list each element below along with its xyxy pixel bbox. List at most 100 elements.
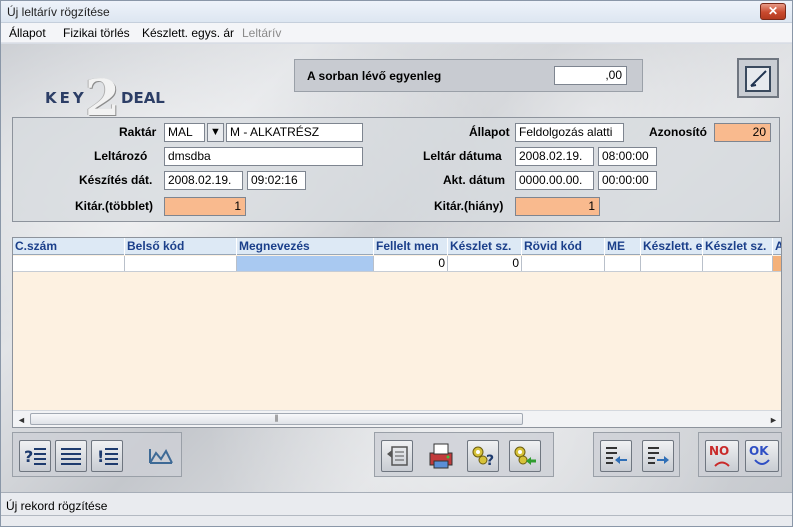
column-header-me[interactable]: ME — [605, 238, 641, 255]
cell-keszlett-e[interactable] — [641, 256, 703, 271]
cell-rovid-kod[interactable] — [522, 256, 605, 271]
leltar-datuma-label: Leltár dátuma — [423, 149, 502, 163]
allapot-label: Állapot — [469, 125, 510, 139]
gear-arrow-icon — [514, 446, 536, 465]
scrollbar-thumb[interactable]: ⫼ — [30, 413, 523, 425]
allapot-field[interactable]: Feldolgozás alatti — [515, 123, 624, 142]
column-header-keszlet-sz-2[interactable]: Készlet sz. — [703, 238, 773, 255]
gear-question-icon: ? — [472, 446, 494, 469]
cell-fellelt-men[interactable]: 0 — [374, 256, 448, 271]
column-header-megnevezes[interactable]: Megnevezés — [237, 238, 374, 255]
column-header-a[interactable]: A — [773, 238, 781, 255]
scroll-left-icon[interactable]: ◄ — [17, 415, 26, 425]
record-arrows-icon — [387, 446, 408, 466]
toolbar-group-navigation — [593, 432, 680, 477]
no-button[interactable]: NO — [705, 440, 739, 472]
cell-keszlet-sz-2[interactable] — [703, 256, 773, 271]
kitar-hiany-label: Kitár.(hiány) — [434, 199, 504, 213]
balance-value: ,00 — [554, 66, 627, 85]
column-header-fellelt-men[interactable]: Fellelt men — [374, 238, 448, 255]
raktar-dropdown-button[interactable]: ▼ — [207, 123, 224, 142]
menu-keszlett-egys-ar[interactable]: Készlett. egys. ár — [142, 26, 234, 40]
list-left-arrow-icon — [606, 447, 627, 464]
no-label: NO — [709, 444, 729, 458]
logo-key-text: KEY — [45, 89, 87, 107]
title-bar: Új leltárív rögzítése ✕ — [1, 1, 792, 23]
akt-datum-label: Akt. dátum — [443, 173, 506, 187]
horizontal-scrollbar[interactable]: ◄ ⫼ ► — [13, 410, 781, 427]
balance-label: A sorban lévő egyenleg — [307, 69, 442, 83]
table-row[interactable]: 0 0 — [13, 256, 781, 272]
items-grid[interactable]: C.szám Belső kód Megnevezés Fellelt men … — [12, 237, 782, 428]
azonosito-label: Azonosító — [649, 125, 707, 139]
edit-button[interactable] — [737, 58, 779, 98]
scroll-right-icon[interactable]: ► — [769, 415, 778, 425]
list-help-button[interactable]: ? — [19, 440, 51, 472]
column-header-rovid-kod[interactable]: Rövid kód — [522, 238, 605, 255]
window-title: Új leltárív rögzítése — [7, 5, 110, 19]
list-mark-button[interactable]: ! — [91, 440, 123, 472]
toolbar-group-actions: ? — [374, 432, 554, 477]
menu-leltariv: Leltárív — [242, 26, 282, 40]
previous-record-button[interactable] — [600, 440, 632, 472]
leltar-datuma-time-field[interactable]: 08:00:00 — [598, 147, 657, 166]
cell-belso-kod[interactable] — [125, 256, 237, 271]
column-header-keszlet-sz[interactable]: Készlet sz. — [448, 238, 522, 255]
next-record-button[interactable] — [642, 440, 674, 472]
status-text: Új rekord rögzítése — [6, 499, 108, 513]
azonosito-field[interactable]: 20 — [714, 123, 771, 142]
app-window: Új leltárív rögzítése ✕ Állapot Fizikai … — [0, 0, 793, 527]
svg-text:?: ? — [486, 453, 494, 469]
settings-help-button[interactable]: ? — [467, 440, 499, 472]
akt-datum-date-field[interactable]: 0000.00.00. — [515, 171, 594, 190]
list-view-icon — [61, 448, 81, 465]
print-button[interactable] — [425, 440, 457, 472]
cell-megnevezes[interactable] — [237, 256, 374, 271]
leltar-datuma-date-field[interactable]: 2008.02.19. — [515, 147, 594, 166]
toolbar-group-confirm: NO OK — [698, 432, 782, 477]
edit-icon — [745, 66, 771, 92]
refresh-button[interactable] — [145, 440, 177, 472]
kitar-tobblet-field[interactable]: 1 — [164, 197, 246, 216]
settings-back-button[interactable] — [509, 440, 541, 472]
toolbar-group-list: ? ! — [12, 432, 182, 477]
cell-me[interactable] — [605, 256, 641, 271]
header-form: Raktár MAL ▼ M - ALKATRÉSZ Állapot Feldo… — [12, 117, 780, 222]
column-header-cszam[interactable]: C.szám — [13, 238, 125, 255]
logo-deal-text: DEAL — [121, 89, 165, 107]
ok-label: OK — [749, 444, 769, 458]
list-view-button[interactable] — [55, 440, 87, 472]
raktar-name-field[interactable]: M - ALKATRÉSZ — [226, 123, 363, 142]
keszites-dat-date-field[interactable]: 2008.02.19. — [164, 171, 243, 190]
close-button[interactable]: ✕ — [760, 3, 786, 20]
leltarozo-label: Leltározó — [94, 149, 148, 163]
balance-panel: A sorban lévő egyenleg ,00 — [294, 59, 643, 92]
record-nav-button[interactable] — [381, 440, 413, 472]
key2deal-logo: KEY 2 DEAL — [41, 68, 171, 127]
ok-button[interactable]: OK — [745, 440, 779, 472]
column-header-keszlett-e[interactable]: Készlett. e — [641, 238, 703, 255]
no-icon: NO — [709, 444, 730, 467]
menu-fizikai-torles[interactable]: Fizikai törlés — [63, 26, 130, 40]
keszites-dat-time-field[interactable]: 09:02:16 — [247, 171, 306, 190]
list-right-arrow-icon — [648, 447, 669, 464]
menu-bar: Állapot Fizikai törlés Készlett. egys. á… — [1, 23, 792, 43]
akt-datum-time-field[interactable]: 00:00:00 — [598, 171, 657, 190]
printer-icon — [429, 443, 453, 469]
cell-cszam[interactable] — [13, 256, 125, 271]
ok-icon: OK — [749, 444, 770, 465]
grid-header: C.szám Belső kód Megnevezés Fellelt men … — [13, 238, 781, 255]
raktar-code-field[interactable]: MAL — [164, 123, 205, 142]
column-header-belso-kod[interactable]: Belső kód — [125, 238, 237, 255]
svg-text:!: ! — [97, 447, 104, 466]
menu-allapot[interactable]: Állapot — [9, 26, 46, 40]
refresh-icon — [149, 448, 173, 464]
list-help-icon: ? — [24, 447, 46, 466]
cell-keszlet-sz[interactable]: 0 — [448, 256, 522, 271]
leltarozo-field[interactable]: dmsdba — [164, 147, 363, 166]
workspace: KEY 2 DEAL A sorban lévő egyenleg ,00 Ra… — [1, 44, 792, 492]
raktar-label: Raktár — [119, 125, 157, 139]
cell-a[interactable] — [773, 256, 781, 271]
kitar-hiany-field[interactable]: 1 — [515, 197, 600, 216]
list-mark-icon: ! — [97, 447, 118, 466]
